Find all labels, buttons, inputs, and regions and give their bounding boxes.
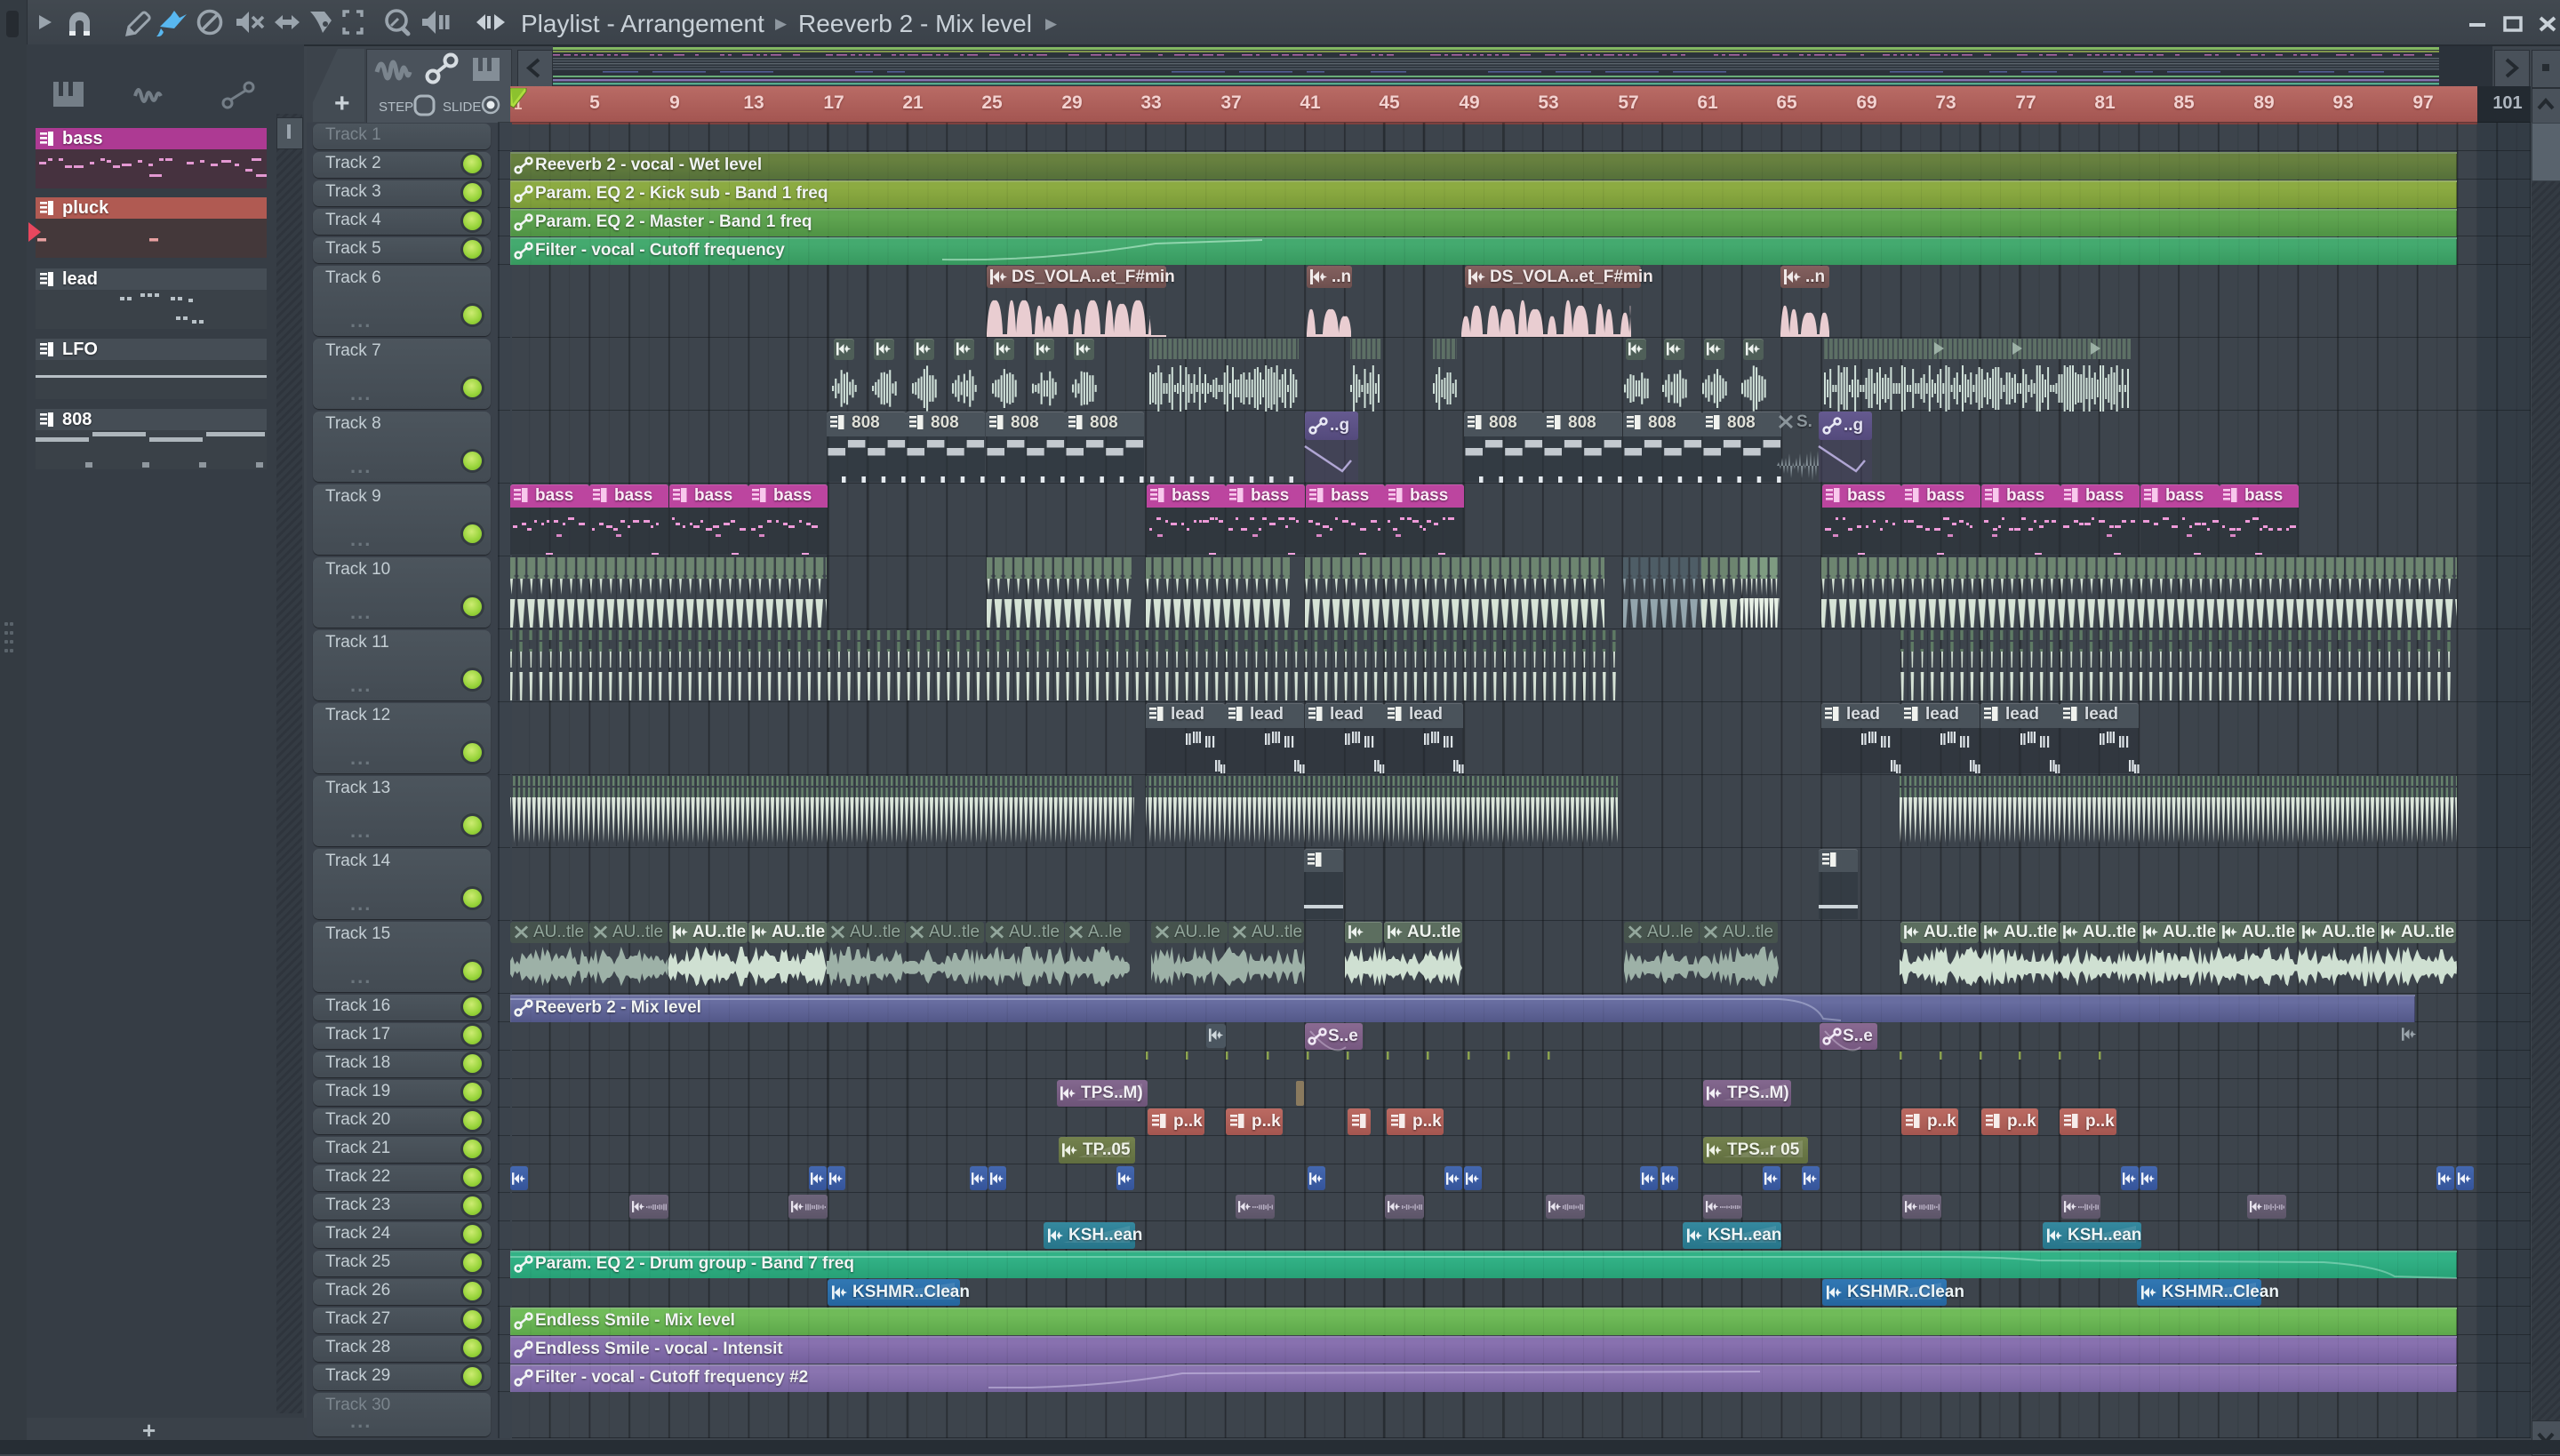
svg-text:STEP: STEP xyxy=(379,100,413,115)
svg-text:SLIDE: SLIDE xyxy=(443,100,481,115)
